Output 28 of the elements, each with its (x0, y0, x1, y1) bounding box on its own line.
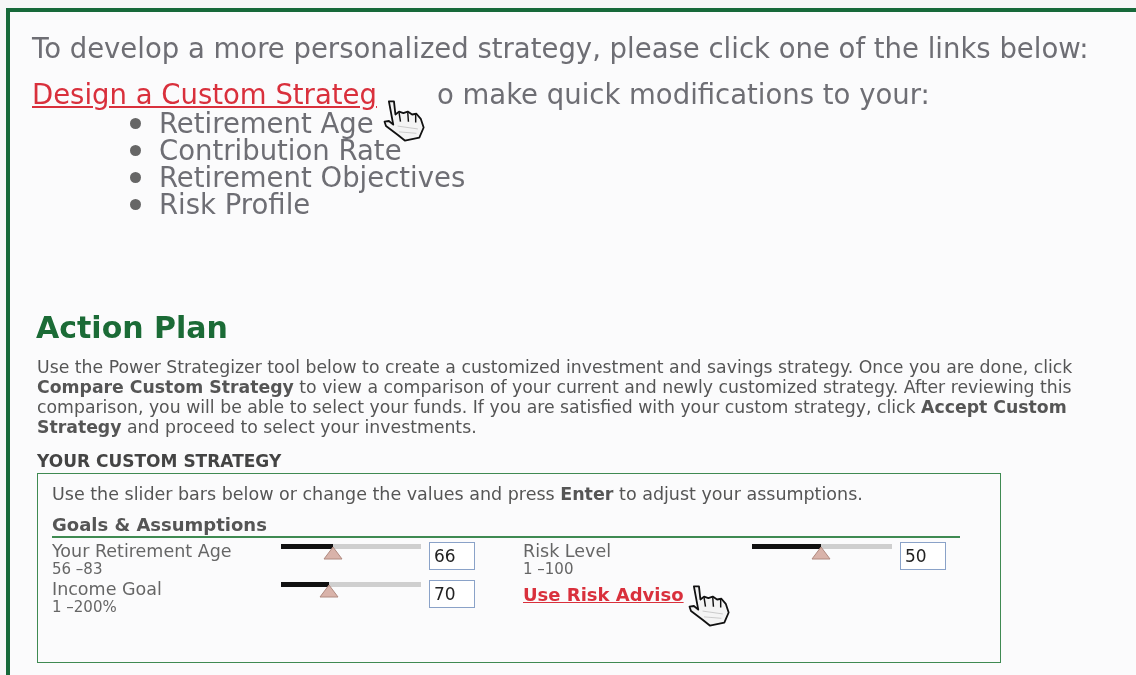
bullet-icon (130, 145, 141, 156)
range-label: 1 –100 (523, 561, 575, 578)
slider-label: Your Retirement Age (52, 542, 233, 561)
slider-thumb[interactable] (810, 546, 831, 560)
intro-text: To develop a more personalized strategy, please click one of the links below: (32, 32, 1090, 64)
list-item: Risk Profile (159, 191, 311, 218)
instructions-text: Use the slider bars below or change the values and press Enter to adjust your assumptions. (52, 484, 864, 504)
value-field[interactable]: 66 (429, 542, 475, 570)
range-label: 56 –83 (52, 561, 104, 578)
slider-label: Income Goal (52, 580, 163, 599)
range-label: 1 –200% (52, 599, 118, 616)
description-text: Use the Power Strategizer tool below to create a customized investment and savings strategy. Once you are done, click Compare Custom Strategy to view a comparison of your current and newly customized strategy. After reviewing this comparison, you will be able to select your funds. If you are satisfied with your custom strategy, click Accept Custom Strategy and proceed to select your investments. (37, 357, 1074, 437)
slider-label: Risk Level (523, 542, 613, 561)
section-title: Action Plan (36, 310, 229, 345)
bullet-icon (130, 199, 141, 210)
value-field[interactable]: 50 (900, 542, 946, 570)
risk-advisor-link[interactable]: Use Risk Adviso (523, 584, 684, 605)
list-item: Retirement Objectives (159, 164, 466, 191)
slider-thumb[interactable] (322, 546, 343, 560)
value-field[interactable]: 70 (429, 580, 475, 608)
design-strategy-link[interactable]: Design a Custom Strateg (32, 78, 377, 110)
link-description: o make quick modifications to your: (436, 78, 930, 110)
slider-thumb[interactable] (318, 584, 339, 598)
bullet-icon (130, 118, 141, 129)
panel-heading: YOUR CUSTOM STRATEGY (37, 451, 283, 471)
list-item: Retirement Age (159, 110, 374, 137)
bullet-icon (130, 172, 141, 183)
section-heading: Goals & Assumptions (52, 514, 960, 538)
